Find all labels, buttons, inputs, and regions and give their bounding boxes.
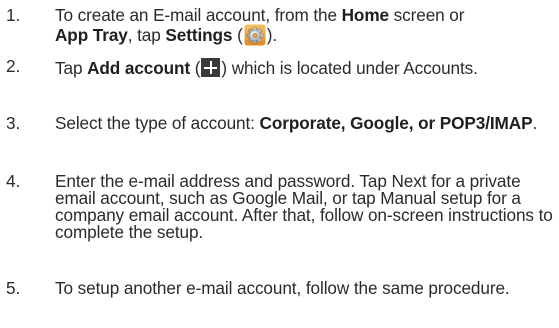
settings-gear-icon	[244, 24, 266, 46]
app-tray-term: App Tray	[55, 25, 128, 45]
step-number: 4.	[6, 171, 21, 191]
settings-term: Settings	[165, 25, 233, 45]
add-plus-icon	[201, 58, 221, 77]
step-number: 2.	[6, 56, 21, 76]
step-text: Tap Add account () which is located unde…	[55, 58, 478, 78]
step-number: 3.	[6, 113, 21, 133]
step-text: To setup another e-mail account, follow …	[55, 278, 510, 298]
step-text: Enter the e-mail address and password. T…	[55, 171, 553, 242]
add-account-term: Add account	[87, 58, 191, 78]
step-text: Select the type of account: Corporate, G…	[55, 113, 538, 133]
step-text: To create an E-mail account, from the Ho…	[55, 5, 465, 46]
step-number: 5.	[6, 278, 21, 298]
step-number: 1.	[6, 5, 21, 25]
home-screen-term: Home	[341, 5, 389, 25]
account-types-term: Corporate, Google, or POP3/IMAP	[259, 113, 533, 133]
